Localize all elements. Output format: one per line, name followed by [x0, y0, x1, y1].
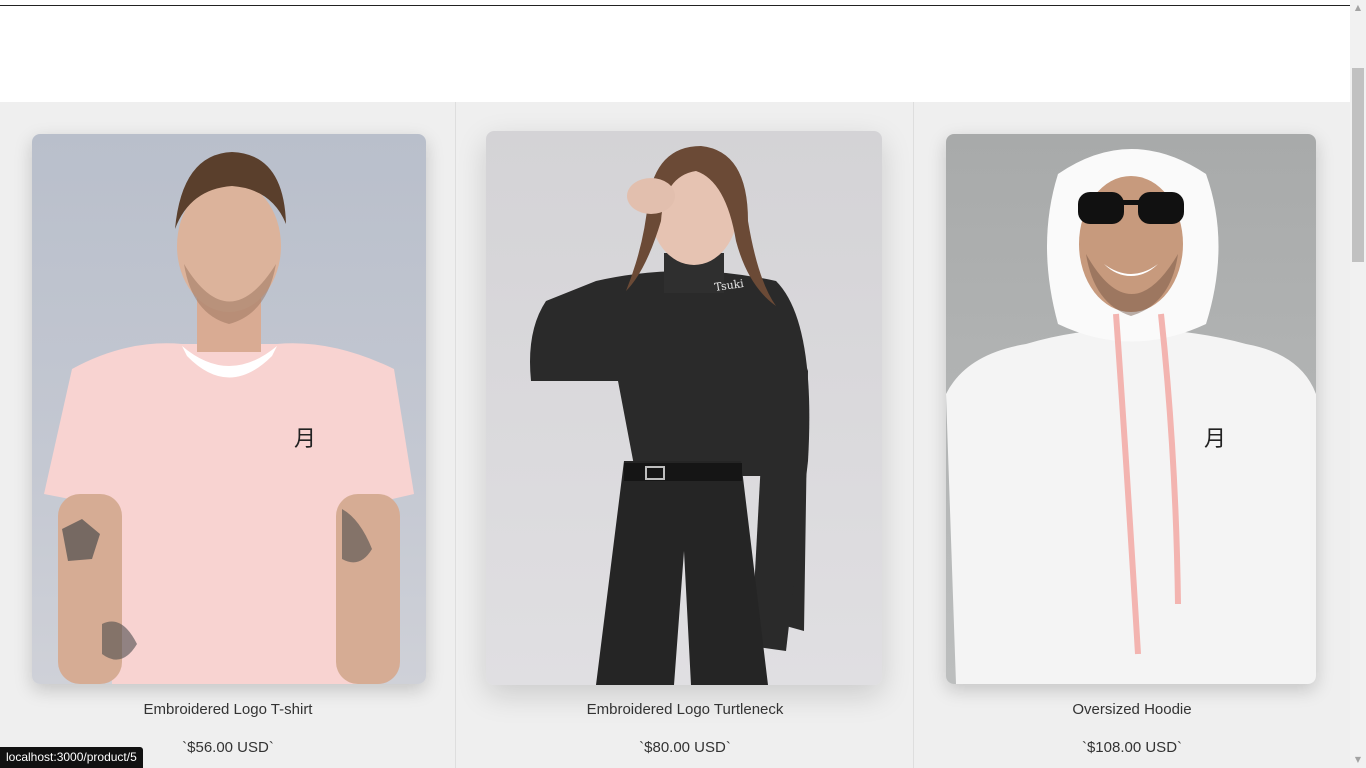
product-card-hoodie[interactable]: 月 Oversized Hoodie `$108.00 USD` — [914, 102, 1350, 768]
product-price: `$108.00 USD` — [1081, 739, 1183, 756]
product-image-tshirt[interactable]: 月 — [32, 134, 426, 684]
scroll-thumb[interactable] — [1352, 68, 1364, 262]
product-name[interactable]: Embroidered Logo Turtleneck — [456, 700, 914, 720]
product-card-tshirt[interactable]: 月 Embroidered Logo T-shirt `$56.00 USD` — [0, 102, 456, 768]
product-price: `$80.00 USD` — [639, 739, 731, 756]
link-status-bar: localhost:3000/product/5 — [0, 747, 143, 768]
product-name[interactable]: Oversized Hoodie — [914, 700, 1350, 720]
svg-text:月: 月 — [294, 427, 316, 452]
product-image-hoodie[interactable]: 月 — [946, 134, 1316, 684]
scroll-down-icon[interactable]: ▼ — [1350, 752, 1366, 768]
product-card-turtleneck[interactable]: Tsuki Embroidered Logo Turtleneck `$80.0… — [456, 102, 914, 768]
product-name[interactable]: Embroidered Logo T-shirt — [0, 700, 456, 720]
svg-text:月: 月 — [1204, 427, 1226, 452]
page-scrollbar[interactable]: ▲ ▼ — [1350, 0, 1366, 768]
product-grid: 月 Embroidered Logo T-shirt `$56.00 USD` — [0, 102, 1350, 768]
scroll-up-icon[interactable]: ▲ — [1350, 0, 1366, 16]
product-image-turtleneck[interactable]: Tsuki — [486, 131, 882, 685]
page-header — [0, 6, 1350, 102]
